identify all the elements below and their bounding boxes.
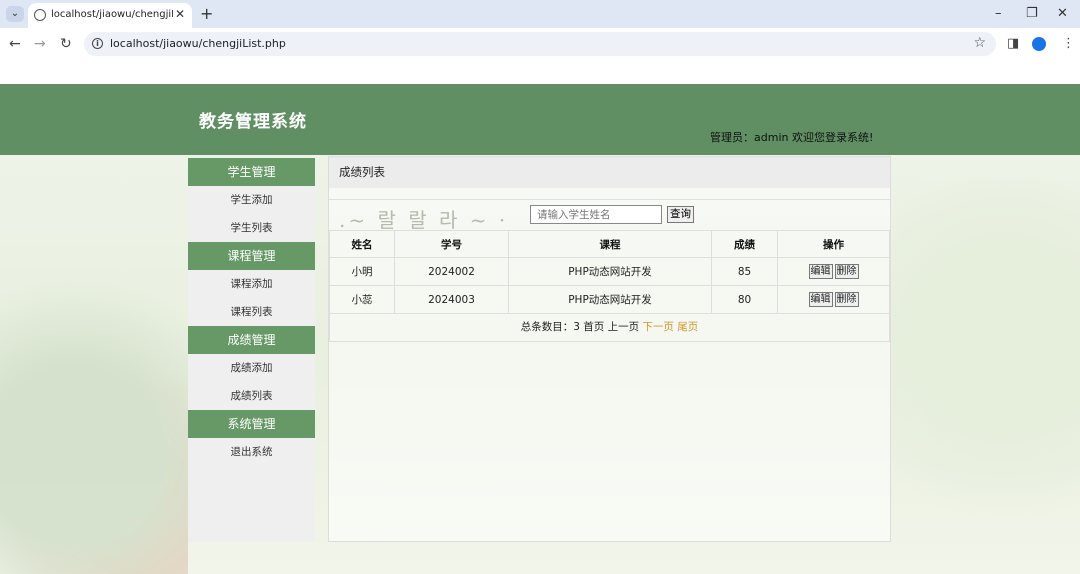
- cell-score: 85: [711, 257, 778, 286]
- minimize-icon[interactable]: –: [995, 6, 1002, 21]
- address-url[interactable]: localhost/jiaowu/chengjiList.php: [110, 37, 286, 50]
- cell-student-id: 2024003: [394, 285, 509, 314]
- tab-search-chevron-icon[interactable]: ⌄: [6, 6, 24, 22]
- col-header-course: 课程: [508, 230, 712, 258]
- pager-summary: 总条数目：3 首页 上一页: [520, 321, 640, 333]
- profile-avatar-icon[interactable]: [1032, 37, 1046, 51]
- table-row: 小蕊 2024003 PHP动态网站开发 80 编辑 删除: [329, 285, 890, 314]
- back-icon[interactable]: ←: [9, 36, 21, 52]
- site-info-icon[interactable]: i: [92, 38, 103, 49]
- globe-icon: [34, 9, 46, 21]
- sidebar-item-logout[interactable]: 退出系统: [188, 438, 315, 466]
- new-tab-icon[interactable]: +: [200, 4, 213, 23]
- sidebar-item-student-add[interactable]: 学生添加: [188, 186, 315, 214]
- sidebar-group-student: 学生管理: [188, 158, 315, 186]
- side-panel-icon[interactable]: ◨: [1007, 36, 1019, 51]
- cell-name: 小明: [329, 257, 395, 286]
- delete-button[interactable]: 删除: [834, 264, 859, 279]
- sidebar-item-course-add[interactable]: 课程添加: [188, 270, 315, 298]
- cell-course: PHP动态网站开发: [508, 285, 712, 314]
- sidebar-group-course: 课程管理: [188, 242, 315, 270]
- decorative-script: .~ 랄 랄 라 ~ ·: [339, 208, 509, 232]
- welcome-text: 管理员：admin 欢迎您登录系统!: [710, 131, 874, 144]
- col-header-name: 姓名: [329, 230, 395, 258]
- delete-button[interactable]: 删除: [834, 292, 859, 307]
- reload-icon[interactable]: ↻: [60, 36, 72, 52]
- cell-student-id: 2024002: [394, 257, 509, 286]
- background-illustration: [0, 180, 188, 574]
- sidebar-item-score-add[interactable]: 成绩添加: [188, 354, 315, 382]
- restore-icon[interactable]: ❐: [1026, 6, 1038, 21]
- background-illustration-right: [892, 180, 1080, 574]
- tab-close-icon[interactable]: ✕: [175, 7, 185, 21]
- search-bar: .~ 랄 랄 라 ~ · 查询: [329, 199, 890, 232]
- sidebar-item-student-list[interactable]: 学生列表: [188, 214, 315, 242]
- col-header-actions: 操作: [777, 230, 890, 258]
- edit-button[interactable]: 编辑: [808, 264, 833, 279]
- cell-actions: 编辑 删除: [777, 285, 890, 314]
- cell-name: 小蕊: [329, 285, 395, 314]
- sidebar-group-score: 成绩管理: [188, 326, 315, 354]
- student-name-search-input[interactable]: [530, 205, 662, 224]
- score-table: 姓名 学号 课程 成绩 操作 小明 2024002 PHP动态网站开发 85 编…: [329, 230, 890, 342]
- bookmark-star-icon[interactable]: ☆: [973, 35, 986, 51]
- browser-tabstrip: ⌄ localhost/jiaowu/chengjiList. ✕ + – ❐ …: [0, 0, 1080, 28]
- tab-title: localhost/jiaowu/chengjiList.: [51, 9, 173, 20]
- sidebar-item-score-list[interactable]: 成绩列表: [188, 382, 315, 410]
- page-title: 成绩列表: [329, 157, 890, 188]
- pager-last-link[interactable]: 尾页: [677, 321, 698, 333]
- pager: 总条数目：3 首页 上一页 下一页 尾页: [329, 313, 890, 342]
- cell-actions: 编辑 删除: [777, 257, 890, 286]
- browser-tab[interactable]: localhost/jiaowu/chengjiList. ✕: [28, 3, 192, 28]
- search-button[interactable]: 查询: [667, 206, 694, 223]
- sidebar: 学生管理 学生添加 学生列表 课程管理 课程添加 课程列表 成绩管理 成绩添加 …: [188, 158, 315, 542]
- site-title: 教务管理系统: [199, 112, 307, 132]
- table-header-row: 姓名 学号 课程 成绩 操作: [329, 230, 890, 258]
- main-panel: 成绩列表 .~ 랄 랄 라 ~ · 查询 姓名 学号 课程 成绩 操作 小明 2…: [328, 156, 891, 542]
- forward-icon[interactable]: →: [34, 36, 46, 52]
- pager-next-link[interactable]: 下一页: [642, 321, 674, 333]
- browser-toolbar: ← → ↻ i localhost/jiaowu/chengjiList.php…: [0, 28, 1080, 60]
- address-bar[interactable]: i localhost/jiaowu/chengjiList.php ☆: [84, 32, 996, 56]
- edit-button[interactable]: 编辑: [808, 292, 833, 307]
- cell-score: 80: [711, 285, 778, 314]
- more-menu-icon[interactable]: ⋮: [1062, 36, 1075, 51]
- cell-course: PHP动态网站开发: [508, 257, 712, 286]
- pager-row: 总条数目：3 首页 上一页 下一页 尾页: [329, 313, 890, 342]
- sidebar-group-system: 系统管理: [188, 410, 315, 438]
- sidebar-item-course-list[interactable]: 课程列表: [188, 298, 315, 326]
- col-header-score: 成绩: [711, 230, 778, 258]
- table-row: 小明 2024002 PHP动态网站开发 85 编辑 删除: [329, 257, 890, 286]
- col-header-student-id: 学号: [394, 230, 509, 258]
- page-body: 教务管理系统 管理员：admin 欢迎您登录系统! 学生管理 学生添加 学生列表…: [0, 60, 1080, 574]
- close-window-icon[interactable]: ✕: [1057, 6, 1068, 21]
